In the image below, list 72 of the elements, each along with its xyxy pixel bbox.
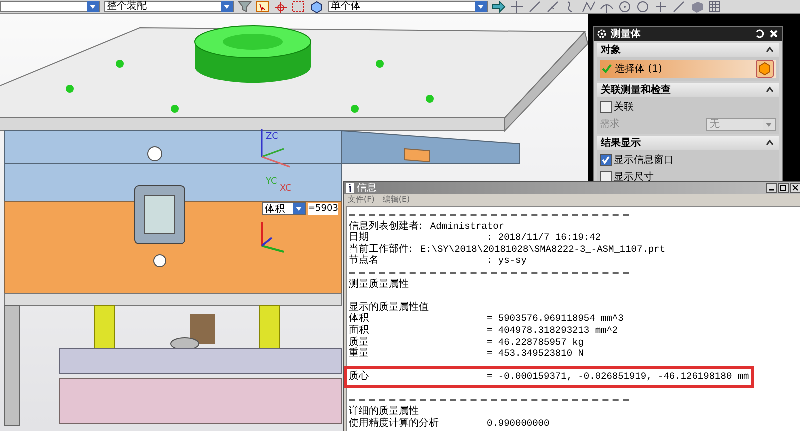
- property-value: = 404978.318293213 mm^2: [487, 324, 618, 337]
- measure-value: =5903: [308, 202, 338, 214]
- panel-title: 测量体: [611, 28, 642, 41]
- chevron-icon[interactable]: [765, 139, 775, 147]
- property-value: : 2018/11/7 16:19:42: [487, 232, 602, 244]
- property-label: 重量: [349, 348, 370, 360]
- section-header[interactable]: 关联测量和检查: [597, 83, 779, 97]
- property-value: = 453.349523810 N: [487, 348, 584, 360]
- info-text: 详细的质量属性: [349, 406, 419, 418]
- property-label: 质心: [349, 371, 370, 383]
- toolbar-polyline-icon[interactable]: [582, 0, 596, 12]
- toolbar-line-icon[interactable]: [672, 0, 686, 12]
- close-button[interactable]: [790, 183, 800, 193]
- selection-label: 选择体 (1): [615, 62, 664, 76]
- wcs-axis-icon: [261, 129, 290, 168]
- maximize-button[interactable]: [778, 183, 789, 193]
- cube-icon[interactable]: [756, 60, 774, 78]
- property-label: 当前工作部件:: [349, 244, 412, 255]
- toolbar-circle-icon[interactable]: [618, 0, 632, 12]
- toolbar-arrow-icon[interactable]: [492, 0, 506, 12]
- property-value: E:\SY\2018\20181028\SMA8222-3_-ASM_1107.prt: [420, 244, 666, 256]
- checkbox[interactable]: [600, 154, 612, 166]
- property-label: 体积: [349, 313, 370, 325]
- checkbox-label: 显示尺寸: [614, 170, 654, 184]
- menu-item[interactable]: 文件(F): [348, 194, 375, 205]
- property-value: = 46.228785957 kg: [487, 336, 584, 348]
- csys-axis-icon: [261, 222, 284, 253]
- toolbar-dropdown[interactable]: 整个装配: [104, 1, 234, 12]
- section-header[interactable]: 对象: [597, 43, 779, 57]
- property-label: 日期: [349, 232, 370, 244]
- checkbox[interactable]: [600, 101, 612, 113]
- toolbar-line-icon[interactable]: [546, 0, 560, 12]
- property-value: : ys-sy: [487, 255, 527, 267]
- toolbar-dropdown[interactable]: [0, 1, 100, 12]
- axis-label: ZC: [266, 132, 278, 142]
- checkbox-label: 显示信息窗口: [614, 154, 674, 167]
- property-label: 节点名: [349, 255, 380, 267]
- property-value: Administrator: [430, 220, 504, 232]
- settings-icon[interactable]: [597, 29, 607, 39]
- toolbar-move-icon[interactable]: [510, 0, 524, 12]
- axis-label: XC: [280, 184, 292, 194]
- info-text: 测量质量属性: [349, 278, 409, 290]
- property-value: 0.990000000: [487, 418, 550, 430]
- selection-row[interactable]: 选择体 (1): [600, 60, 776, 78]
- window-title: 信息: [357, 182, 378, 195]
- toolbar-box-select-icon[interactable]: [292, 0, 306, 12]
- toolbar-grid-icon[interactable]: [708, 0, 722, 12]
- property-value: = 5903576.969118954 mm^3: [487, 313, 624, 325]
- minimize-button[interactable]: [766, 183, 777, 193]
- measure-type-dropdown[interactable]: 体积: [262, 202, 306, 215]
- section-header[interactable]: 结果显示: [597, 136, 779, 150]
- toolbar-snap-icon[interactable]: [274, 0, 288, 12]
- close-icon[interactable]: [769, 29, 779, 39]
- reset-icon[interactable]: [755, 29, 765, 39]
- toolbar-dropdown[interactable]: 单个体: [328, 1, 488, 12]
- toolbar-circle-icon[interactable]: [636, 0, 650, 12]
- menu-item[interactable]: 编辑(E): [382, 194, 410, 205]
- property-label: 质量: [349, 336, 370, 348]
- toolbar-point-icon[interactable]: [654, 0, 668, 12]
- chevron-icon[interactable]: [765, 46, 775, 54]
- property-label: 使用精度计算的分析: [349, 418, 440, 430]
- property-value: = -0.000159371, -0.026851919, -46.126198180 mm: [487, 371, 750, 383]
- toolbar-line-icon[interactable]: [528, 0, 542, 12]
- property-label: 面积: [349, 324, 370, 336]
- info-icon: [346, 183, 354, 193]
- chevron-icon[interactable]: [765, 86, 775, 94]
- field-label: 需求: [600, 118, 620, 131]
- property-label: 信息列表创建者:: [349, 220, 422, 232]
- toolbar-select-icon[interactable]: [256, 0, 270, 12]
- checkbox-label: 关联: [614, 100, 634, 114]
- info-text: 显示的质量属性值: [349, 302, 429, 313]
- axis-label: YC: [266, 177, 278, 187]
